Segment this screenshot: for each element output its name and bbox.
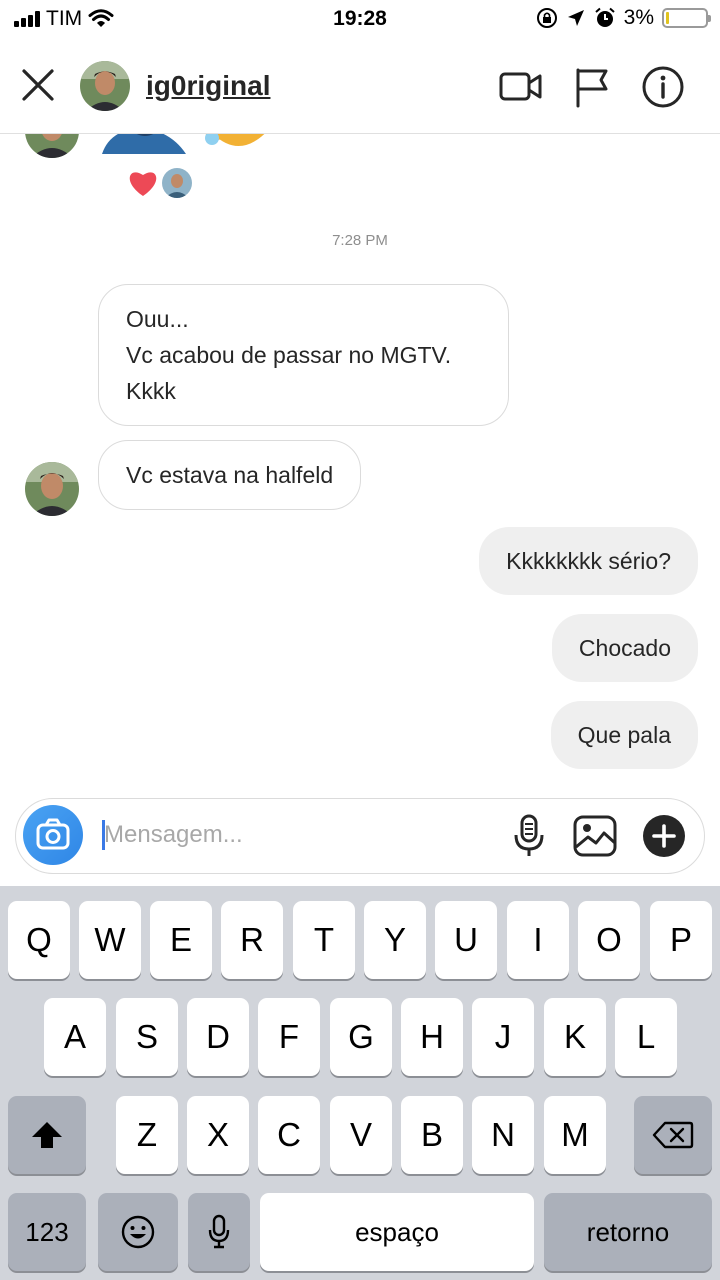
reaction-avatar: [162, 168, 192, 198]
plus-icon[interactable]: [641, 813, 687, 859]
camera-button[interactable]: [23, 805, 83, 865]
heart-icon: [129, 172, 157, 196]
emoji-icon: [121, 1215, 155, 1249]
avatar[interactable]: [25, 134, 79, 158]
header-username[interactable]: ig0riginal: [146, 70, 270, 102]
message-line: Vc estava na halfeld: [126, 462, 334, 488]
key-s[interactable]: S: [116, 998, 178, 1076]
key-x[interactable]: X: [187, 1096, 249, 1174]
emoji-key[interactable]: [98, 1193, 178, 1271]
keyboard: Q W E R T Y U I O P A S D F G H J K L Z …: [0, 886, 720, 1280]
shift-key[interactable]: [8, 1096, 86, 1174]
key-l[interactable]: L: [615, 998, 677, 1076]
flag-icon[interactable]: [570, 64, 616, 110]
video-call-icon[interactable]: [498, 64, 544, 110]
space-key[interactable]: espaço: [260, 1193, 534, 1271]
close-icon[interactable]: [18, 65, 58, 105]
emoji-sticker[interactable]: [200, 134, 276, 154]
key-g[interactable]: G: [330, 998, 392, 1076]
key-d[interactable]: D: [187, 998, 249, 1076]
microphone-icon: [208, 1214, 230, 1249]
key-b[interactable]: B: [401, 1096, 463, 1174]
key-c[interactable]: C: [258, 1096, 320, 1174]
shift-icon: [32, 1122, 62, 1148]
avatar[interactable]: [25, 462, 79, 516]
key-k[interactable]: K: [544, 998, 606, 1076]
key-n[interactable]: N: [472, 1096, 534, 1174]
key-e[interactable]: E: [150, 901, 212, 979]
incoming-message[interactable]: Ouu... Vc acabou de passar no MGTV. Kkkk: [98, 284, 509, 426]
incoming-message[interactable]: Vc estava na halfeld: [98, 440, 362, 510]
message-line: Ouu...: [126, 306, 189, 332]
key-j[interactable]: J: [472, 998, 534, 1076]
message-composer: [15, 798, 705, 874]
outgoing-message[interactable]: Kkkkkkkk sério?: [479, 527, 698, 595]
key-f[interactable]: F: [258, 998, 320, 1076]
key-v[interactable]: V: [330, 1096, 392, 1174]
status-bar: TIM 19:28 3%: [0, 0, 720, 40]
message-timestamp: 7:28 PM: [332, 232, 388, 249]
backspace-icon: [652, 1121, 694, 1149]
message-line: Kkkk: [126, 378, 176, 404]
key-p[interactable]: P: [650, 901, 712, 979]
key-o[interactable]: O: [578, 901, 640, 979]
outgoing-message[interactable]: Chocado: [551, 614, 698, 682]
location-icon: [567, 10, 584, 26]
dictation-key[interactable]: [188, 1193, 250, 1271]
status-right: 3%: [536, 6, 711, 30]
microphone-icon[interactable]: [506, 813, 552, 859]
key-i[interactable]: I: [507, 901, 569, 979]
key-h[interactable]: H: [401, 998, 463, 1076]
message-line: Vc acabou de passar no MGTV.: [126, 342, 452, 368]
numbers-key[interactable]: 123: [8, 1193, 86, 1271]
camera-icon: [36, 818, 70, 850]
key-m[interactable]: M: [544, 1096, 606, 1174]
key-a[interactable]: A: [44, 998, 106, 1076]
battery-icon: [662, 8, 711, 28]
alarm-icon: [594, 7, 615, 27]
chat-thread[interactable]: 7:28 PM Ouu... Vc acabou de passar no MG…: [0, 134, 720, 794]
battery-percent: 3%: [623, 6, 654, 29]
key-z[interactable]: Z: [116, 1096, 178, 1174]
key-w[interactable]: W: [79, 901, 141, 979]
key-q[interactable]: Q: [8, 901, 70, 979]
return-key[interactable]: retorno: [544, 1193, 712, 1271]
gallery-icon[interactable]: [572, 813, 618, 859]
outgoing-message[interactable]: Que pala: [550, 701, 698, 769]
info-icon[interactable]: [640, 64, 686, 110]
backspace-key[interactable]: [634, 1096, 712, 1174]
avatar[interactable]: [80, 61, 130, 111]
shared-image[interactable]: [100, 134, 190, 154]
chat-header: ig0riginal: [0, 40, 720, 134]
message-input[interactable]: [104, 815, 494, 855]
key-r[interactable]: R: [221, 901, 283, 979]
key-y[interactable]: Y: [364, 901, 426, 979]
orientation-lock-icon: [536, 8, 557, 28]
key-u[interactable]: U: [435, 901, 497, 979]
key-t[interactable]: T: [293, 901, 355, 979]
